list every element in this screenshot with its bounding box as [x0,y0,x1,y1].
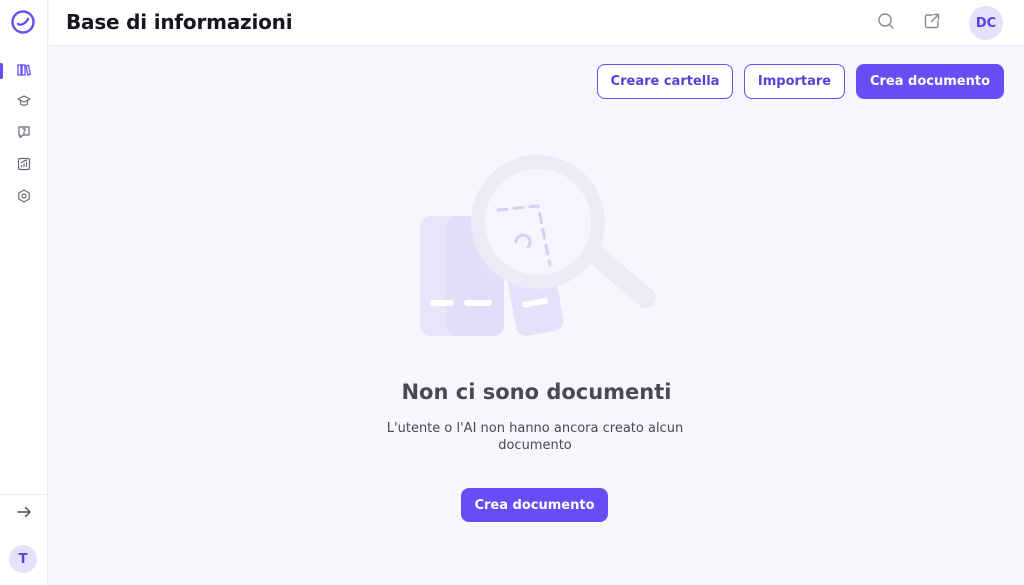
empty-state-create-document-button[interactable]: Crea documento [461,488,608,522]
sidebar-item-analytics[interactable] [0,151,48,179]
app-logo-icon[interactable] [10,9,36,35]
open-external-button[interactable] [920,11,944,35]
search-icon [877,12,895,34]
empty-state-illustration [410,150,670,350]
sidebar-item-knowledge-base[interactable] [0,57,48,85]
sidebar-item-questions[interactable] [0,119,48,147]
header: Base di informazioni DC [49,0,1024,46]
settings-hexagon-icon [17,188,31,207]
search-button[interactable] [874,11,898,35]
sidebar: T [0,0,48,585]
graduation-cap-icon [17,93,31,112]
sidebar-item-settings[interactable] [0,183,48,211]
empty-state-description: L'utente o l'AI non hanno ancora creato … [386,421,684,453]
sidebar-divider [0,494,48,495]
import-button[interactable]: Importare [744,64,845,99]
app-root: T Base di informazioni DC Creare cartell… [0,0,1024,585]
books-icon [17,62,32,81]
chat-question-icon [17,124,31,143]
page-title: Base di informazioni [66,10,293,34]
workspace-avatar[interactable]: T [9,545,37,573]
sidebar-item-training[interactable] [0,88,48,116]
external-link-icon [923,12,941,34]
empty-state-title: Non ci sono documenti [401,380,672,404]
user-avatar[interactable]: DC [969,6,1003,40]
expand-sidebar-button[interactable] [0,500,48,528]
arrow-right-icon [16,504,32,524]
create-folder-button[interactable]: Creare cartella [597,64,733,99]
create-document-button[interactable]: Crea documento [856,64,1004,99]
analytics-chart-icon [17,156,31,175]
